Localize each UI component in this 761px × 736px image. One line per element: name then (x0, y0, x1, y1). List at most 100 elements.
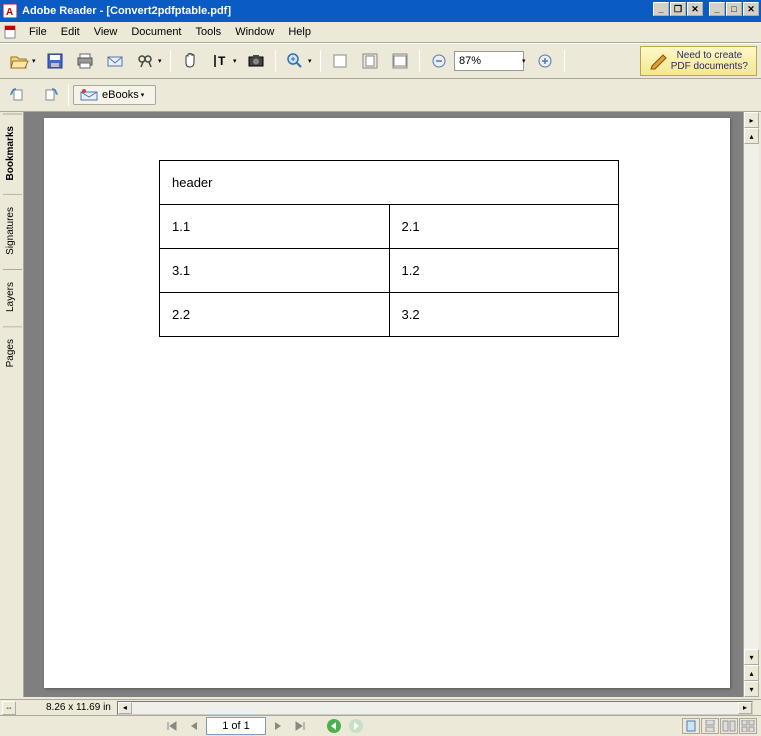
scroll-menu-button[interactable]: ▸ (744, 112, 759, 128)
create-pdf-promo[interactable]: Need to create PDF documents? (640, 46, 757, 76)
text-select-button[interactable]: T (206, 48, 234, 74)
mdi-restore-button[interactable]: ❐ (670, 2, 686, 16)
ebooks-icon (80, 88, 98, 102)
secondary-toolbar: eBooks ▾ (0, 79, 761, 112)
sidebar-tab-layers[interactable]: Layers (3, 269, 22, 324)
next-view-button[interactable] (346, 717, 366, 735)
ebooks-label: eBooks (102, 89, 139, 101)
print-button[interactable] (71, 48, 99, 74)
zoom-dropdown[interactable]: ▾ (308, 57, 316, 65)
hscroll-track[interactable] (132, 702, 738, 714)
promo-line1: Need to create (671, 50, 748, 61)
actual-size-button[interactable] (326, 48, 354, 74)
menu-view[interactable]: View (87, 24, 125, 40)
menu-edit[interactable]: Edit (54, 24, 87, 40)
prev-page-button[interactable] (184, 717, 204, 735)
menu-help[interactable]: Help (281, 24, 318, 40)
ebooks-dropdown: ▾ (141, 91, 149, 99)
scroll-up-button[interactable]: ▴ (744, 128, 759, 144)
horizontal-scrollbar[interactable]: ◂ ▸ (117, 701, 753, 715)
sidebar: Bookmarks Signatures Layers Pages (2, 112, 24, 697)
fit-width-button[interactable] (386, 48, 414, 74)
scroll-page-down-button[interactable]: ▾ (744, 681, 759, 697)
hscroll-menu-button[interactable]: ⇔ (2, 701, 16, 715)
sidebar-tab-bookmarks[interactable]: Bookmarks (3, 113, 22, 192)
zoom-value: 87% (459, 55, 481, 67)
app-icon: A (2, 3, 18, 19)
title-bar: A Adobe Reader - [Convert2pdfptable.pdf]… (0, 0, 761, 22)
pdf-icon (2, 24, 20, 40)
table-row: 1.12.1 (160, 205, 619, 249)
minimize-button[interactable]: _ (709, 2, 725, 16)
mdi-minimize-button[interactable]: _ (653, 2, 669, 16)
continuous-view-button[interactable] (701, 718, 719, 734)
ebooks-button[interactable]: eBooks ▾ (73, 85, 156, 105)
page-navigation (162, 717, 366, 735)
save-button[interactable] (41, 48, 69, 74)
rotate-ccw-button[interactable] (5, 82, 33, 108)
separator (68, 84, 69, 106)
email-button[interactable] (101, 48, 129, 74)
window-title: Adobe Reader - [Convert2pdfptable.pdf] (22, 5, 231, 17)
fit-page-button[interactable] (356, 48, 384, 74)
document-viewport[interactable]: header 1.12.1 3.11.2 2.23.2 (24, 112, 743, 697)
hand-tool-button[interactable] (176, 48, 204, 74)
main-toolbar: ▾ ▾ T ▾ ▾ 87% ▾ Need to create PDF docum… (0, 43, 761, 79)
maximize-button[interactable]: □ (726, 2, 742, 16)
snapshot-button[interactable] (242, 48, 270, 74)
continuous-facing-view-button[interactable] (739, 718, 757, 734)
zoom-value-dropdown[interactable]: ▾ (522, 57, 530, 65)
promo-line2: PDF documents? (671, 61, 748, 72)
mdi-close-button[interactable]: ✕ (687, 2, 703, 16)
svg-text:A: A (6, 7, 13, 18)
sidebar-tab-signatures[interactable]: Signatures (3, 194, 22, 267)
open-dropdown[interactable]: ▾ (32, 57, 40, 65)
menu-window[interactable]: Window (228, 24, 281, 40)
pdf-page: header 1.12.1 3.11.2 2.23.2 (44, 118, 730, 688)
status-bar (0, 715, 761, 736)
search-dropdown[interactable]: ▾ (158, 57, 166, 65)
separator (170, 50, 171, 72)
separator (564, 50, 565, 72)
single-page-view-button[interactable] (682, 718, 700, 734)
table-row: 2.23.2 (160, 293, 619, 337)
vertical-scrollbar[interactable]: ▸ ▴ ▾ ▴ ▾ (743, 112, 759, 697)
zoom-in2-button[interactable] (531, 48, 559, 74)
text-dropdown[interactable]: ▾ (233, 57, 241, 65)
next-page-button[interactable] (268, 717, 288, 735)
rotate-cw-button[interactable] (35, 82, 63, 108)
zoom-input[interactable]: 87% (454, 51, 524, 71)
menu-bar: File Edit View Document Tools Window Hel… (0, 22, 761, 43)
zoom-in-button[interactable] (281, 48, 309, 74)
prev-view-button[interactable] (324, 717, 344, 735)
facing-view-button[interactable] (720, 718, 738, 734)
hscroll-left-button[interactable]: ◂ (118, 702, 132, 714)
svg-text:T: T (218, 54, 226, 68)
scroll-down-button[interactable]: ▾ (744, 649, 759, 665)
first-page-button[interactable] (162, 717, 182, 735)
separator (320, 50, 321, 72)
hscroll-right-button[interactable]: ▸ (738, 702, 752, 714)
menu-file[interactable]: File (22, 24, 54, 40)
zoom-out-button[interactable] (425, 48, 453, 74)
scroll-track[interactable] (744, 144, 759, 649)
pencil-icon (649, 52, 671, 70)
pdf-table: header 1.12.1 3.11.2 2.23.2 (159, 160, 619, 337)
view-mode-buttons (682, 718, 757, 734)
sidebar-tab-pages[interactable]: Pages (3, 326, 22, 379)
open-button[interactable] (5, 48, 33, 74)
page-number-input[interactable] (206, 717, 266, 735)
last-page-button[interactable] (290, 717, 310, 735)
close-button[interactable]: ✕ (743, 2, 759, 16)
menu-document[interactable]: Document (124, 24, 188, 40)
separator (419, 50, 420, 72)
menu-tools[interactable]: Tools (189, 24, 229, 40)
scroll-page-up-button[interactable]: ▴ (744, 665, 759, 681)
search-button[interactable] (131, 48, 159, 74)
separator (275, 50, 276, 72)
main-area: Bookmarks Signatures Layers Pages header… (0, 112, 761, 699)
table-row: 3.11.2 (160, 249, 619, 293)
table-header: header (160, 161, 619, 205)
page-dimensions: 8.26 x 11.69 in (46, 702, 111, 713)
bottom-info-bar: ⇔ 8.26 x 11.69 in ◂ ▸ (0, 699, 761, 715)
